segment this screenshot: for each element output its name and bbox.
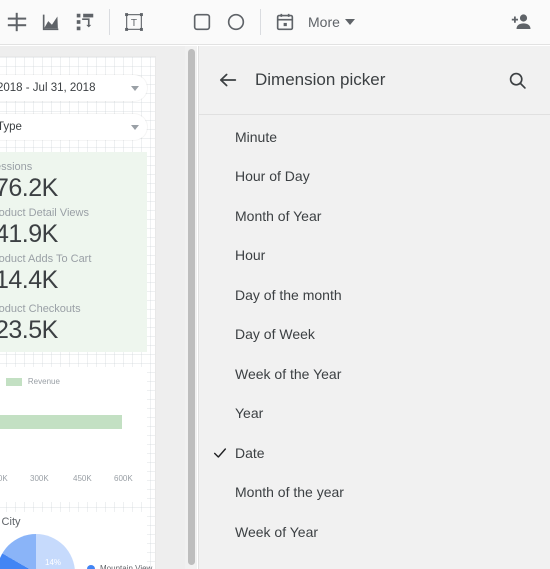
dimension-picker-header: Dimension picker [199, 46, 550, 115]
dimension-label: Week of Year [235, 523, 319, 540]
chevron-down-icon [131, 85, 139, 91]
more-button[interactable]: More [302, 5, 361, 39]
report-canvas[interactable]: 2018 - Jul 31, 2018 Type essions 76.2K r… [0, 46, 188, 569]
image-icon[interactable] [151, 5, 185, 39]
axis-tick: 450K [73, 474, 92, 483]
dimension-list-item[interactable]: Week of the Year [199, 354, 550, 394]
report-page: 2018 - Jul 31, 2018 Type essions 76.2K r… [0, 56, 156, 569]
checkmark-icon [212, 445, 228, 461]
add-person-icon[interactable] [504, 5, 538, 39]
canvas-scrollbar-thumb[interactable] [188, 49, 195, 565]
dimension-label: Hour of Day [235, 168, 310, 185]
dimension-label: Day of Week [235, 326, 315, 343]
scorecard[interactable]: essions 76.2K [0, 160, 145, 203]
scorecard-label: roduct Checkouts [0, 303, 81, 315]
legend-label: Mountain View [100, 564, 153, 569]
scorecard[interactable]: roduct Detail Views 41.9K [0, 206, 145, 249]
more-label: More [308, 14, 340, 30]
circle-icon[interactable] [219, 5, 253, 39]
scorecard-label: roduct Detail Views [0, 207, 89, 219]
dimension-list-item[interactable]: Year [199, 394, 550, 434]
bar-chart-legend: ons Revenue [0, 377, 60, 386]
dimension-list-item[interactable]: Day of the month [199, 275, 550, 315]
dimension-list-item[interactable]: Day of Week [199, 315, 550, 355]
scorecard-value: 23.5K [0, 316, 58, 344]
scorecard-label: essions [0, 161, 33, 173]
date-range-value: 2018 - Jul 31, 2018 [0, 82, 96, 94]
dimension-label: Day of the month [235, 286, 342, 303]
toolbar-divider [109, 9, 110, 35]
toolbar-divider-2 [260, 9, 261, 35]
dimension-list-item[interactable]: Month of the year [199, 473, 550, 513]
scorecard-value: 76.2K [0, 174, 58, 202]
scorecard-label: roduct Adds To Cart [0, 253, 92, 265]
scorecard[interactable]: roduct Adds To Cart 14.4K [0, 252, 145, 295]
pie-chart-title: y City [0, 516, 21, 528]
dimension-list-item[interactable]: Hour [199, 236, 550, 276]
page-title: Dimension picker [255, 70, 386, 89]
dimension-list[interactable]: Minute Hour of Day Month of Year Hour Da… [199, 115, 550, 568]
pie-chart[interactable]: y City 14% Mountain View [0, 512, 152, 569]
pie-chart-legend: Mountain View [87, 564, 152, 569]
scorecard[interactable]: roduct Checkouts 23.5K [0, 302, 145, 345]
bar-chart-axis: 150K 300K 450K 600K [0, 474, 147, 486]
layout-arrange-icon[interactable] [68, 5, 102, 39]
bar-series [0, 415, 122, 429]
date-range-control[interactable]: 2018 - Jul 31, 2018 [0, 75, 147, 101]
table-icon[interactable] [0, 5, 34, 39]
pie-slice-label: 14% [45, 558, 62, 567]
dimension-list-item-selected[interactable]: Date [199, 433, 550, 473]
dimension-list-item[interactable]: Week of Year [199, 512, 550, 552]
axis-tick: 300K [30, 474, 49, 483]
dimension-list-item[interactable]: Month of Year [199, 196, 550, 236]
rectangle-icon[interactable] [185, 5, 219, 39]
dimension-list-item[interactable]: Minute [199, 117, 550, 157]
area-chart-icon[interactable] [34, 5, 68, 39]
dimension-label: Week of the Year [235, 365, 342, 382]
dimension-label: Month of the year [235, 484, 344, 501]
pie-chart-graphic [0, 534, 75, 569]
back-arrow-icon[interactable] [213, 65, 243, 95]
scorecard-value: 41.9K [0, 220, 58, 248]
legend-swatch [5, 377, 22, 386]
dimension-label: Hour [235, 247, 266, 264]
axis-tick: 600K [114, 474, 133, 483]
scorecard-value: 14.4K [0, 266, 58, 294]
dimension-picker-panel: Dimension picker Minute Hour of Day Mont… [198, 46, 550, 569]
search-icon[interactable] [502, 65, 532, 95]
text-box-icon[interactable]: T [117, 5, 151, 39]
top-toolbar: T More [0, 0, 550, 45]
type-filter-control[interactable]: Type [0, 114, 147, 140]
chevron-down-icon [344, 19, 355, 25]
dimension-list-item[interactable]: Hour of Day [199, 157, 550, 197]
app-root: T More 2018 - Jul 31, 2018 ype ssions 76… [0, 0, 550, 569]
bar-chart[interactable]: ons Revenue 150K 300K 450K 600K [0, 367, 147, 502]
dimension-label: Date [235, 444, 265, 461]
calendar-icon[interactable] [268, 5, 302, 39]
scorecard-group[interactable]: essions 76.2K roduct Detail Views 41.9K … [0, 152, 147, 352]
dimension-label: Minute [235, 128, 278, 145]
legend-label-right: Revenue [27, 377, 60, 386]
axis-tick: 150K [0, 474, 8, 483]
dimension-label: Year [235, 405, 264, 422]
legend-dot [87, 564, 95, 569]
chevron-down-icon [131, 124, 139, 130]
dimension-label: Month of Year [235, 207, 322, 224]
svg-text:T: T [131, 18, 137, 29]
type-filter-value: Type [0, 121, 22, 133]
